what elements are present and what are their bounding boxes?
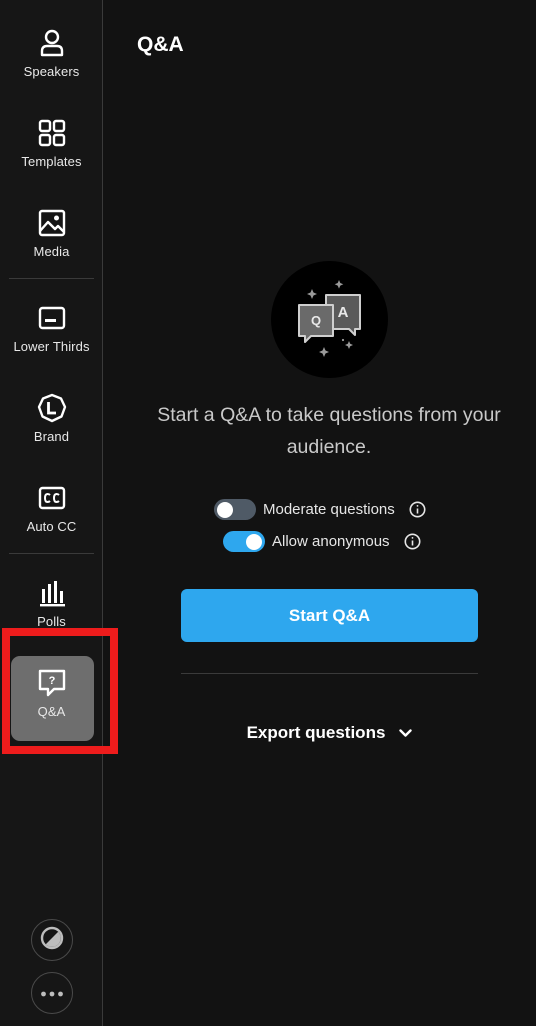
svg-text:?: ?: [48, 675, 55, 687]
more-dots-icon: [40, 984, 64, 1002]
sidebar: Speakers Templates Media Lower Thirds Br…: [0, 0, 103, 1026]
sidebar-item-auto-cc[interactable]: Auto CC: [0, 473, 103, 549]
sidebar-item-templates[interactable]: Templates: [0, 108, 103, 184]
moderate-questions-label: Moderate questions: [263, 501, 395, 518]
sidebar-item-qa[interactable]: ? Q&A: [0, 656, 103, 741]
start-qa-button[interactable]: Start Q&A: [181, 589, 478, 642]
lower-thirds-icon: [37, 303, 67, 333]
chevron-down-icon: [399, 728, 413, 738]
sidebar-divider: [9, 278, 94, 279]
allow-anonymous-label: Allow anonymous: [272, 533, 390, 550]
qa-panel: Q&A A Q Start a Q&A to take questions fr…: [104, 0, 536, 1026]
theme-contrast-button[interactable]: [31, 919, 73, 961]
sidebar-item-lower-thirds[interactable]: Lower Thirds: [0, 293, 103, 369]
moderate-questions-toggle[interactable]: [214, 499, 256, 520]
sidebar-item-label: Media: [33, 244, 70, 259]
allow-anonymous-toggle[interactable]: [223, 531, 265, 552]
allow-anonymous-row: Allow anonymous: [223, 531, 421, 552]
sidebar-item-label: Q&A: [37, 704, 66, 719]
info-icon[interactable]: [409, 501, 426, 518]
svg-text:Q: Q: [311, 313, 321, 328]
theme-contrast-icon: [40, 926, 64, 955]
brand-icon: [37, 393, 67, 423]
export-questions-button[interactable]: Export questions: [181, 716, 478, 750]
image-icon: [37, 208, 67, 238]
grid-icon: [37, 118, 67, 148]
person-icon: [37, 28, 67, 58]
export-questions-label: Export questions: [246, 723, 386, 742]
cc-icon: [37, 483, 67, 513]
sidebar-item-label: Auto CC: [26, 519, 77, 534]
sidebar-item-media[interactable]: Media: [0, 198, 103, 274]
sidebar-item-label: Speakers: [23, 64, 80, 79]
info-icon[interactable]: [404, 533, 421, 550]
sidebar-item-label: Polls: [37, 614, 66, 629]
svg-text:A: A: [338, 304, 349, 321]
section-divider: [181, 673, 478, 674]
page-title: Q&A: [137, 33, 184, 56]
sidebar-item-polls[interactable]: Polls: [0, 568, 103, 644]
sidebar-item-label: Lower Thirds: [13, 339, 90, 354]
bar-chart-icon: [37, 578, 67, 608]
sidebar-item-speakers[interactable]: Speakers: [0, 18, 103, 94]
moderate-questions-row: Moderate questions: [214, 499, 426, 520]
sidebar-item-label: Templates: [21, 154, 82, 169]
sidebar-divider: [9, 553, 94, 554]
sidebar-item-brand[interactable]: Brand: [0, 383, 103, 459]
question-bubble-icon: ?: [37, 668, 67, 698]
more-options-button[interactable]: [31, 972, 73, 1014]
empty-state-message: Start a Q&A to take questions from your …: [157, 404, 501, 458]
sidebar-item-label: Brand: [33, 429, 70, 444]
qa-speech-bubbles-icon: A Q: [271, 261, 388, 378]
